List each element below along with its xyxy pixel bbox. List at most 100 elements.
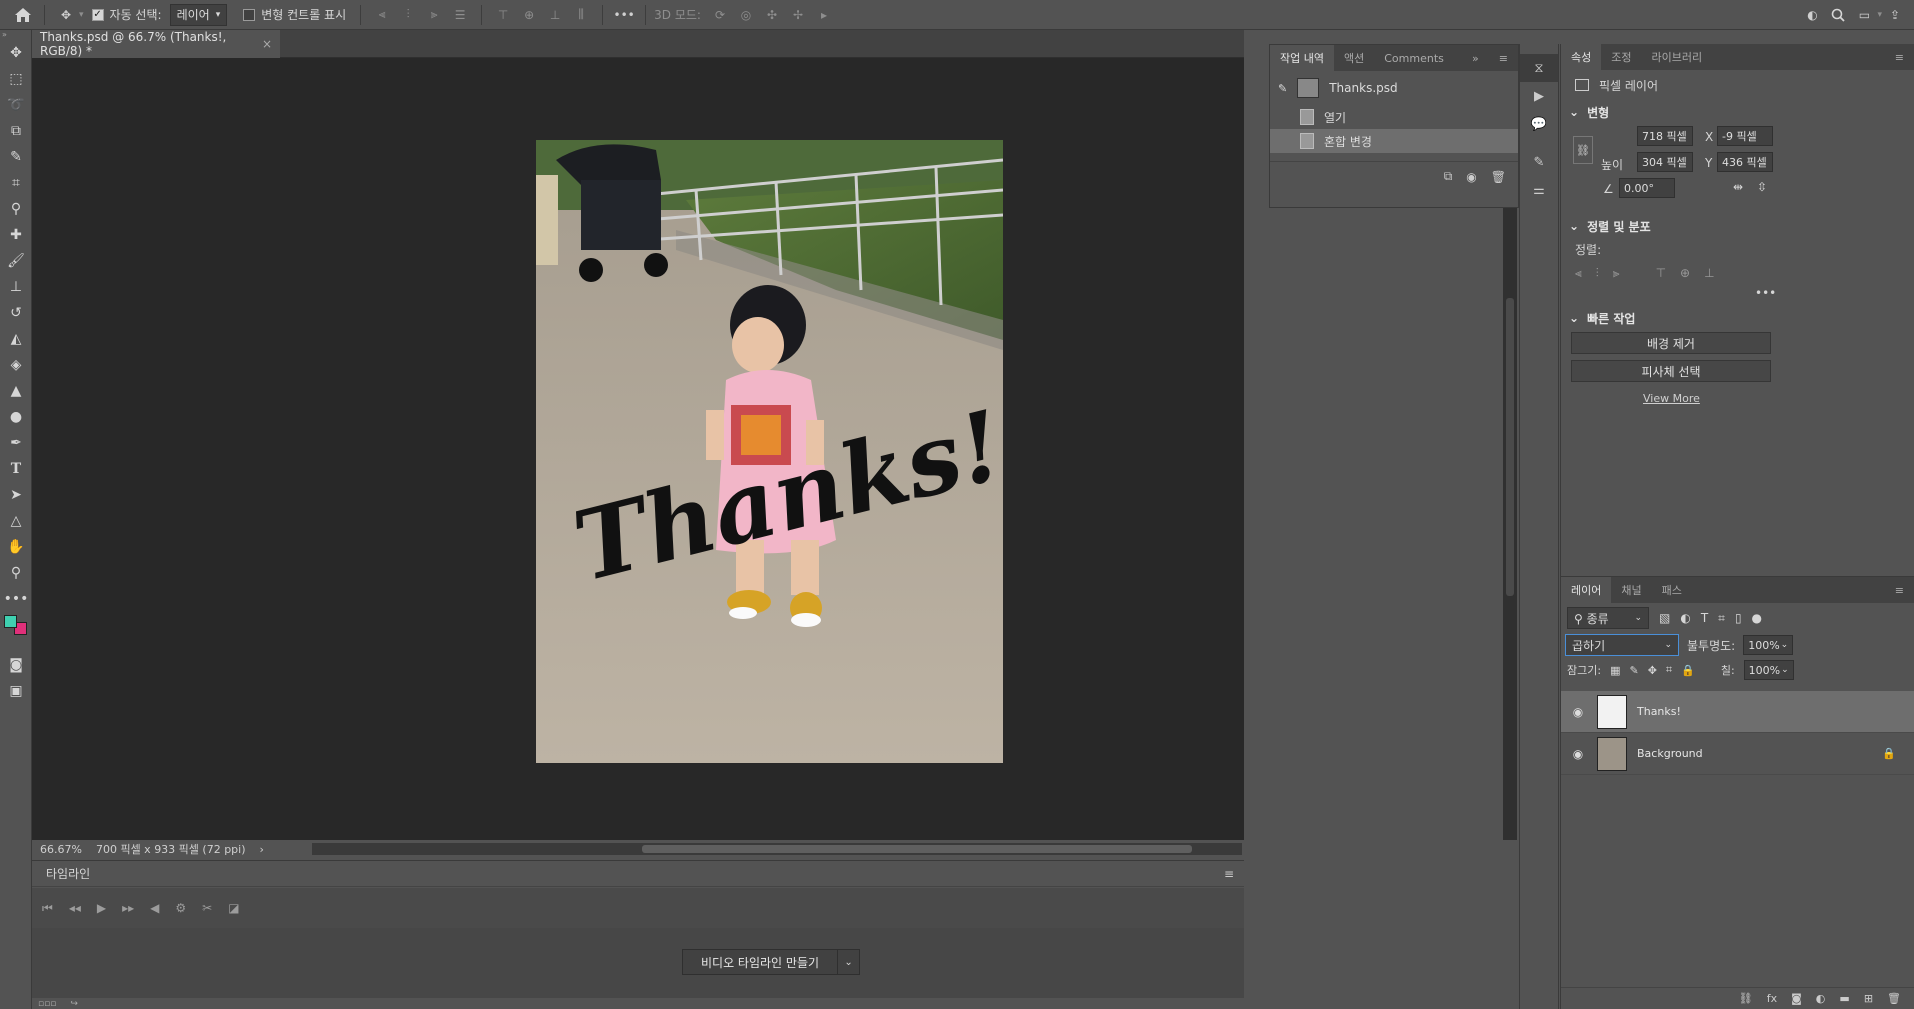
- panel-menu-icon[interactable]: ≡: [1489, 45, 1518, 71]
- timeline-type-chevron-icon[interactable]: ⌄: [838, 949, 861, 975]
- layer-row[interactable]: ◉ Background 🔒: [1561, 733, 1914, 775]
- flip-horizontal-icon[interactable]: ⇹: [1733, 180, 1743, 194]
- quick-mask-icon[interactable]: ◙: [0, 652, 32, 678]
- remove-background-button[interactable]: 배경 제거: [1571, 332, 1771, 354]
- lock-position-icon[interactable]: ✥: [1648, 664, 1657, 677]
- add-mask-icon[interactable]: ◙: [1791, 992, 1802, 1005]
- scale-3d-icon[interactable]: ▸: [811, 2, 837, 28]
- create-video-timeline-button[interactable]: 비디오 타임라인 만들기: [682, 949, 839, 975]
- type-icon[interactable]: T: [0, 456, 32, 482]
- layer-name[interactable]: Background: [1637, 747, 1703, 760]
- move-tool-icon[interactable]: ✥: [53, 2, 79, 28]
- home-icon[interactable]: [10, 2, 36, 28]
- tool-preset-chevron-icon[interactable]: ▾: [79, 10, 84, 20]
- align-right-icon[interactable]: ⫸: [1613, 266, 1620, 281]
- shape-icon[interactable]: △: [0, 508, 32, 534]
- align-vcenter-icon[interactable]: ⊕: [516, 2, 542, 28]
- width-field[interactable]: 718 픽셀: [1637, 126, 1693, 146]
- history-item[interactable]: 열기: [1270, 105, 1518, 129]
- settings-icon[interactable]: ⚙: [175, 901, 186, 915]
- layer-row[interactable]: ◉ Thanks!: [1561, 691, 1914, 733]
- next-frame-icon[interactable]: ▸▸: [122, 901, 134, 915]
- split-icon[interactable]: ✂: [202, 901, 212, 915]
- move-icon[interactable]: ✥: [0, 40, 32, 66]
- edit-toolbar-icon[interactable]: •••: [0, 586, 32, 612]
- lock-all-icon[interactable]: 🔒: [1681, 664, 1695, 677]
- transform-controls-checkbox[interactable]: [243, 8, 256, 21]
- select-subject-button[interactable]: 피사체 선택: [1571, 360, 1771, 382]
- align-hcenter-icon[interactable]: ⫶: [395, 2, 421, 28]
- lock-image-icon[interactable]: ✎: [1629, 664, 1638, 677]
- tab-libraries[interactable]: 라이브러리: [1642, 44, 1713, 70]
- flip-vertical-icon[interactable]: ⇳: [1757, 180, 1767, 194]
- transform-section-header[interactable]: ⌄ 변형: [1561, 100, 1914, 124]
- align-right-icon[interactable]: ⫸: [421, 2, 447, 28]
- eraser-icon[interactable]: ◭: [0, 326, 32, 352]
- clone-stamp-icon[interactable]: ⊥: [0, 274, 32, 300]
- align-left-icon[interactable]: ⫷: [369, 2, 395, 28]
- auto-select-checkbox[interactable]: ✓: [91, 8, 104, 21]
- first-frame-icon[interactable]: ⏮: [42, 901, 53, 916]
- trash-icon[interactable]: 🗑: [1887, 992, 1901, 1005]
- fill-field[interactable]: 100% ⌄: [1743, 660, 1794, 680]
- align-top-icon[interactable]: ⊤: [1656, 266, 1666, 280]
- layer-name[interactable]: Thanks!: [1637, 705, 1681, 718]
- slide-3d-icon[interactable]: ✢: [785, 2, 811, 28]
- link-icon[interactable]: ⛓: [1573, 136, 1593, 164]
- panel-expand-icon[interactable]: »: [1462, 45, 1489, 71]
- pen-icon[interactable]: ✒: [0, 430, 32, 456]
- eyedropper-icon[interactable]: ⚲: [0, 196, 32, 222]
- play-icon[interactable]: ▶: [97, 901, 106, 915]
- camera-icon[interactable]: ◉: [1466, 170, 1476, 184]
- status-chevron-icon[interactable]: ›: [260, 843, 264, 856]
- tab-paths[interactable]: 패스: [1652, 577, 1692, 603]
- tab-history[interactable]: 작업 내역: [1270, 45, 1334, 71]
- object-select-icon[interactable]: ⧉: [0, 118, 32, 144]
- hand-icon[interactable]: ✋: [0, 534, 32, 560]
- tab-actions[interactable]: 액션: [1334, 45, 1374, 71]
- align-section-header[interactable]: ⌄ 정렬 및 분포: [1561, 214, 1914, 238]
- align-top-icon[interactable]: ⊤: [490, 2, 516, 28]
- align-bottom-icon[interactable]: ⊥: [1704, 266, 1714, 280]
- zoom-icon[interactable]: ⚲: [0, 560, 32, 586]
- frame-animation-icon[interactable]: ▫▫▫: [38, 999, 56, 1009]
- opacity-field[interactable]: 100% ⌄: [1743, 635, 1794, 655]
- screen-mode-icon[interactable]: ▣: [0, 678, 32, 704]
- brushes-panel-icon[interactable]: ✎: [1520, 148, 1558, 176]
- path-select-icon[interactable]: ➤: [0, 482, 32, 508]
- history-brush-source-icon[interactable]: ✎: [1278, 82, 1287, 95]
- orbit-3d-icon[interactable]: ⟳: [707, 2, 733, 28]
- drag-3d-icon[interactable]: ✣: [759, 2, 785, 28]
- history-brush-icon[interactable]: ↺: [0, 300, 32, 326]
- blend-mode-dropdown[interactable]: 곱하기 ⌄: [1565, 634, 1679, 656]
- filter-toggle-icon[interactable]: ●: [1752, 611, 1762, 625]
- angle-field[interactable]: 0.00°: [1619, 178, 1675, 198]
- tab-layers[interactable]: 레이어: [1561, 577, 1612, 603]
- tab-channels[interactable]: 채널: [1611, 577, 1651, 603]
- comments-panel-icon[interactable]: 💬: [1520, 110, 1558, 138]
- prev-frame-icon[interactable]: ◂◂: [69, 901, 81, 915]
- lasso-icon[interactable]: ➰: [0, 92, 32, 118]
- align-more-icon[interactable]: •••: [1561, 286, 1914, 306]
- new-layer-icon[interactable]: ⊞: [1864, 992, 1873, 1005]
- dodge-icon[interactable]: ●: [0, 404, 32, 430]
- fx-icon[interactable]: fx: [1767, 992, 1777, 1005]
- view-more-link[interactable]: View More: [1561, 392, 1914, 405]
- new-document-from-state-icon[interactable]: ⧉: [1444, 169, 1453, 184]
- brush-icon[interactable]: 🖌: [0, 248, 32, 274]
- audio-icon[interactable]: ◀: [150, 901, 159, 915]
- history-item[interactable]: 혼합 변경: [1270, 129, 1518, 153]
- document-canvas[interactable]: Thanks!: [536, 140, 1003, 763]
- more-options-icon[interactable]: •••: [611, 2, 637, 28]
- filter-shape-icon[interactable]: ⌗: [1718, 611, 1725, 626]
- learn-icon[interactable]: ◐: [1799, 2, 1825, 28]
- quick-select-icon[interactable]: ✎: [0, 144, 32, 170]
- roll-3d-icon[interactable]: ◎: [733, 2, 759, 28]
- search-icon[interactable]: [1825, 2, 1851, 28]
- align-bottom-icon[interactable]: ⊥: [542, 2, 568, 28]
- adjustments-panel-icon[interactable]: ⚌: [1520, 176, 1558, 204]
- history-snapshot[interactable]: ✎ Thanks.psd: [1270, 71, 1518, 105]
- history-panel-icon[interactable]: ⧖: [1520, 54, 1558, 82]
- distribute-icon[interactable]: ☰: [447, 2, 473, 28]
- auto-select-dropdown[interactable]: 레이어 ▾: [169, 3, 228, 26]
